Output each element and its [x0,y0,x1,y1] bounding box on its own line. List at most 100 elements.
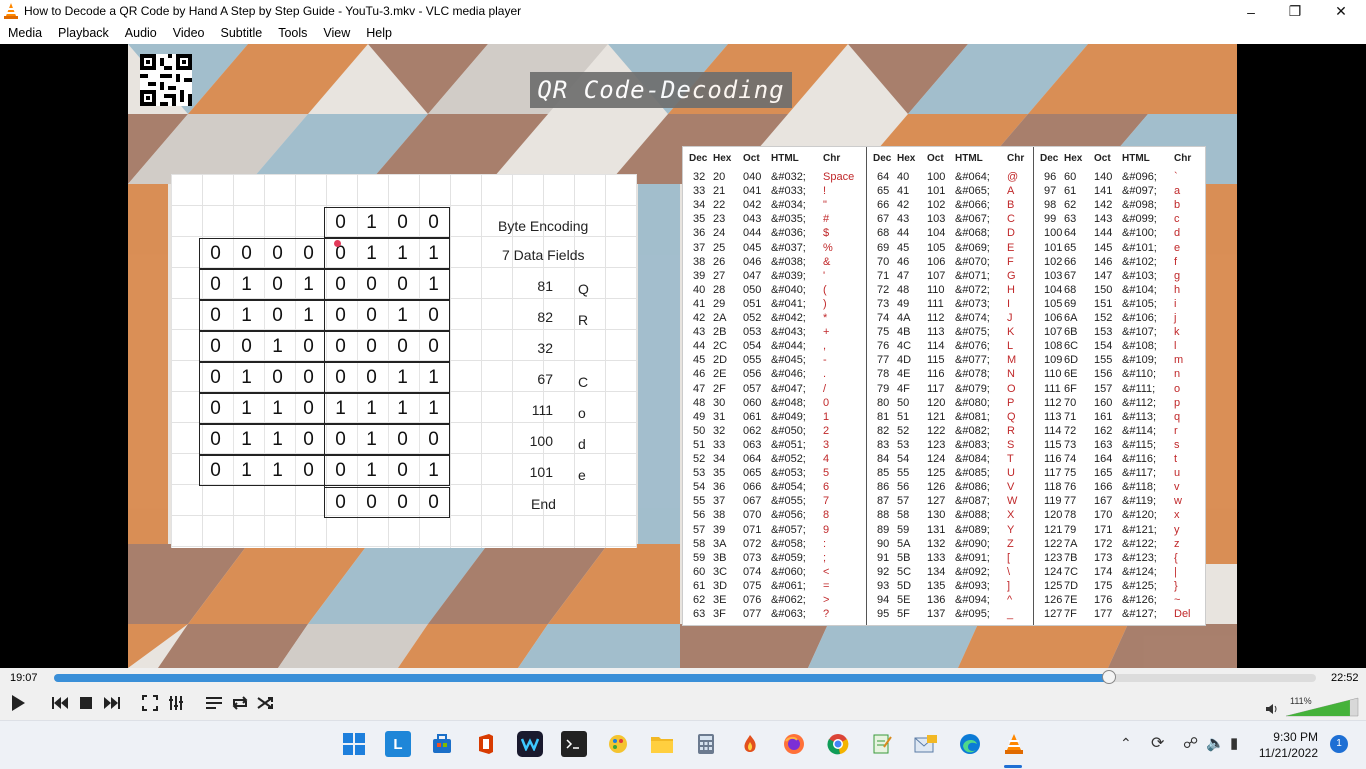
volume-icon[interactable]: 🔈 [1206,734,1225,752]
ascii-cell: 045 [743,241,762,254]
ascii-cell: u [1174,467,1181,480]
ascii-cell: &#114; [1122,424,1157,437]
ascii-cell: &#098; [1122,199,1157,212]
ascii-cell: 43 [897,213,910,226]
fullscreen-button[interactable] [139,692,161,714]
shuffle-button[interactable] [255,692,277,714]
notification-badge[interactable]: 1 [1330,735,1348,753]
taskbar-chrome[interactable] [825,731,851,757]
ascii-cell: 050 [743,283,762,296]
ascii-cell: 073 [743,551,762,564]
extended-settings-button[interactable] [165,692,187,714]
chevron-up-icon[interactable]: ⌃ [1120,735,1132,752]
taskbar-notepad[interactable] [869,731,895,757]
seek-bar[interactable] [54,674,1316,682]
edge-icon [960,734,980,754]
menu-media[interactable]: Media [0,23,50,44]
sync-icon[interactable]: ⟳ [1151,733,1164,753]
bit: 0 [366,492,377,513]
store-icon [433,734,451,753]
taskbar-store[interactable] [429,731,455,757]
restore-button[interactable]: ❐ [1272,0,1318,23]
speaker-icon[interactable] [1265,703,1279,715]
taskbar-terminal[interactable] [561,731,587,757]
bit: 0 [366,367,377,388]
ascii-cell: &#067; [955,213,990,226]
ascii-cell: 067 [743,495,762,508]
menu-view[interactable]: View [315,23,358,44]
ascii-cell: 066 [743,481,762,494]
ascii-cell: &#034; [771,199,806,212]
previous-button[interactable] [49,692,71,714]
ascii-cell: 75 [1064,467,1077,480]
ascii-cell: G [1007,269,1016,282]
ascii-cell: 063 [743,438,762,451]
bit: 0 [241,243,252,264]
ascii-cell: 137 [927,608,946,621]
menu-playback[interactable]: Playback [50,23,117,44]
ascii-cell: 72 [877,283,890,296]
ascii-cell: 115 [927,354,945,367]
minimize-button[interactable]: – [1228,0,1274,23]
taskbar-file-explorer[interactable] [649,731,675,757]
taskbar-office[interactable] [473,731,499,757]
menu-tools[interactable]: Tools [270,23,315,44]
ascii-cell: 83 [877,438,890,451]
ascii-cell: &#111; [1122,382,1156,395]
ascii-cell: 173 [1094,551,1113,564]
ascii-cell: 130 [927,509,946,522]
ascii-cell: 89 [877,523,890,536]
battery-icon[interactable]: ▮ [1230,734,1238,752]
taskbar-mail[interactable] [913,731,939,757]
system-clock[interactable]: 9:30 PM 11/21/2022 [1259,729,1318,761]
ascii-cell: &#057; [771,523,806,536]
menu-subtitle[interactable]: Subtitle [213,23,271,44]
ascii-column-header: Hex [897,153,916,164]
bit: 1 [241,274,252,295]
taskbar-edge[interactable] [957,731,983,757]
ascii-cell: ) [823,297,827,310]
ascii-cell: 125 [1044,579,1063,592]
taskbar-game[interactable] [737,731,763,757]
ascii-cell: &#063; [771,608,806,621]
next-button[interactable] [101,692,123,714]
ascii-column-header: HTML [955,153,983,164]
ascii-cell: 56 [897,481,910,494]
volume-slider[interactable] [1286,697,1360,717]
start-button[interactable] [341,731,367,757]
ascii-cell: 107 [927,269,946,282]
menu-video[interactable]: Video [165,23,213,44]
ascii-cell: &#096; [1122,171,1157,183]
playlist-button[interactable] [203,692,225,714]
video-area[interactable]: QR Code-Decoding 0 1 0 0 000001110101000… [0,44,1366,668]
ascii-cell: 82 [877,424,890,437]
ascii-cell: 146 [1094,255,1113,268]
taskbar-vlc[interactable] [1001,731,1027,757]
ascii-cell: 160 [1094,396,1113,409]
taskbar-paint[interactable] [605,731,631,757]
ascii-cell: 88 [877,509,890,522]
bit: 0 [303,336,314,357]
playlist-icon [206,697,222,709]
stop-button[interactable] [75,692,97,714]
taskbar-app-l[interactable]: L [385,731,411,757]
ascii-cell: D [1007,227,1015,240]
taskbar-calculator[interactable] [693,731,719,757]
ascii-cell: 35 [713,467,726,480]
ascii-cell: 7C [1064,565,1079,578]
play-button[interactable] [7,692,29,714]
close-button[interactable]: ✕ [1318,0,1364,23]
menu-audio[interactable]: Audio [117,23,165,44]
taskbar-webex[interactable] [517,731,543,757]
menu-help[interactable]: Help [358,23,400,44]
ascii-cell: &#054; [771,481,806,494]
ascii-cell: 056 [743,368,762,381]
ascii-cell: 072 [743,537,762,550]
network-icon[interactable]: ☍ [1183,734,1198,752]
bit: 0 [397,460,408,481]
taskbar-firefox[interactable] [781,731,807,757]
ascii-cell: &#071; [955,269,990,282]
seek-handle[interactable] [1102,670,1117,684]
loop-button[interactable] [229,692,251,714]
bit: 0 [303,460,314,481]
